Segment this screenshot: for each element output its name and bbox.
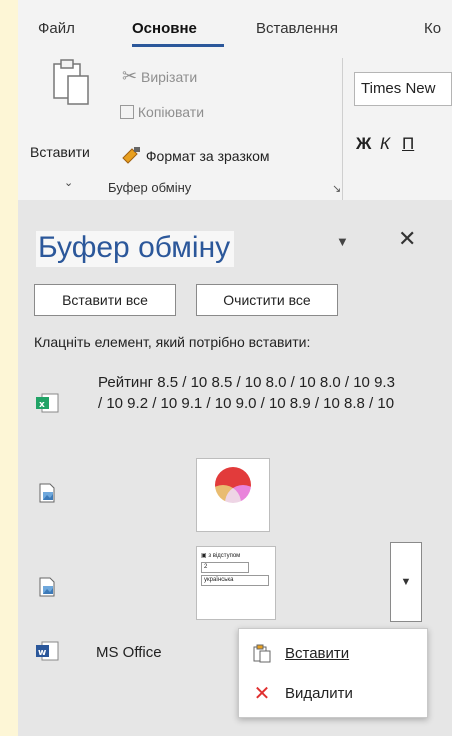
context-delete-label: Видалити <box>285 684 353 702</box>
format-painter-button[interactable]: Формат за зразком <box>120 146 270 164</box>
clipboard-entry-image-1[interactable] <box>196 458 270 532</box>
thumb-line: ▣ з відступом <box>201 553 241 559</box>
tab-insert[interactable]: Вставлення <box>256 20 338 37</box>
app-window: Файл Основне Вставлення Ко Вставити ⌄ ✂ … <box>18 0 452 736</box>
context-delete-item[interactable]: ✕ Видалити <box>239 673 427 713</box>
clipboard-entry-image-2[interactable]: ▣ з відступом 2 українська <box>196 546 276 620</box>
font-name-box[interactable]: Times New <box>354 72 452 106</box>
paste-all-button[interactable]: Вставити все <box>34 284 176 316</box>
pane-options-icon[interactable]: ▼ <box>336 234 349 249</box>
delete-x-icon: ✕ <box>253 682 271 705</box>
cut-label: Вирізати <box>140 69 198 85</box>
instruction-text: Клацніть елемент, який потрібно вставити… <box>34 334 311 350</box>
pane-title: Буфер обміну <box>36 231 235 267</box>
tab-home[interactable]: Основне <box>132 20 197 37</box>
clipboard-entry-excel[interactable]: Рейтинг 8.5 / 10 8.5 / 10 8.0 / 10 8.0 /… <box>98 372 398 414</box>
format-painter-label: Формат за зразком <box>145 148 270 164</box>
tab-truncated[interactable]: Ко <box>424 20 441 37</box>
clipboard-group-label: Буфер обміну <box>108 180 192 195</box>
thumb-line: 2 <box>201 562 249 573</box>
paste-icon <box>239 643 285 663</box>
svg-text:w: w <box>38 648 46 658</box>
clear-all-button[interactable]: Очистити все <box>196 284 338 316</box>
italic-button[interactable]: К <box>380 134 390 154</box>
copy-button[interactable]: Копіювати <box>120 104 204 120</box>
dialog-launcher-icon[interactable]: ↘ <box>332 182 341 195</box>
clipboard-entry-word[interactable]: MS Office <box>96 644 162 661</box>
scissors-icon: ✂ <box>122 66 138 86</box>
color-circles-thumbnail <box>205 467 261 521</box>
context-paste-label: Вставити <box>285 644 350 662</box>
chevron-down-icon[interactable]: ⌄ <box>64 176 73 189</box>
close-icon[interactable]: ✕ <box>398 226 416 252</box>
context-menu: Вставити ✕ Видалити <box>238 628 428 718</box>
ribbon-separator <box>342 58 343 200</box>
cut-button[interactable]: ✂ Вирізати <box>122 66 197 87</box>
copy-icon <box>120 105 134 119</box>
ribbon-tabs: Файл Основне Вставлення Ко <box>18 0 452 44</box>
picture-icon <box>36 482 56 504</box>
excel-icon: x <box>36 392 59 414</box>
active-tab-indicator <box>132 44 224 47</box>
chevron-down-icon: ▼ <box>400 576 412 588</box>
context-paste-item[interactable]: Вставити <box>239 633 427 673</box>
svg-text:x: x <box>39 400 45 410</box>
tab-file[interactable]: Файл <box>38 20 75 37</box>
bold-button[interactable]: Ж <box>356 134 371 154</box>
thumb-line: українська <box>201 575 269 586</box>
clipboard-pane: Буфер обміну ▼ ✕ Вставити все Очистити в… <box>18 200 452 736</box>
paste-button[interactable]: Вставити <box>30 144 90 160</box>
format-painter-icon <box>120 147 146 164</box>
ribbon: Вставити ⌄ ✂ Вирізати Копіювати Формат з… <box>18 48 452 201</box>
copy-label: Копіювати <box>137 104 205 120</box>
underline-button[interactable]: П <box>402 134 414 154</box>
paste-clipboard-icon[interactable] <box>52 54 92 108</box>
word-icon: w <box>36 640 59 662</box>
picture-icon <box>36 576 56 598</box>
entry-dropdown-button[interactable]: ▼ <box>390 542 422 622</box>
